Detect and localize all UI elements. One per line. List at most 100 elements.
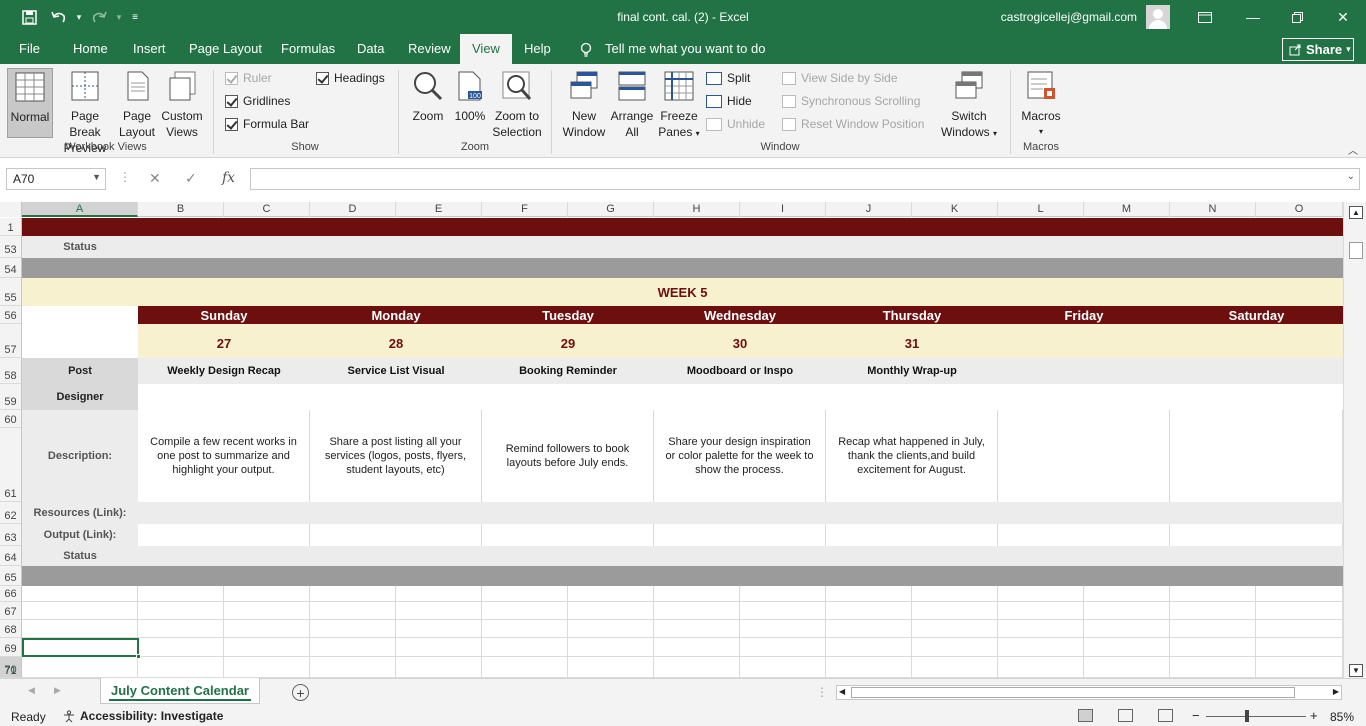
- date-cell[interactable]: 28: [310, 324, 482, 358]
- row-header-69[interactable]: 69: [0, 638, 22, 657]
- output-label[interactable]: Output (Link):: [22, 524, 138, 546]
- zoom-button[interactable]: Zoom: [408, 68, 448, 138]
- row-header-58[interactable]: 58: [0, 358, 22, 384]
- column-header-f[interactable]: F: [482, 202, 568, 217]
- status-label-top[interactable]: Status: [22, 236, 138, 258]
- user-email[interactable]: castrogicellej@gmail.com: [1001, 10, 1137, 24]
- zoom-to-selection-button[interactable]: Zoom to Selection: [491, 68, 543, 139]
- sheet-tab-july[interactable]: July Content Calendar: [100, 678, 260, 704]
- post-cell[interactable]: [998, 358, 1170, 384]
- worksheet-grid[interactable]: ABCDEFGHIJKLMNO 1 53 54 55 56 57 58 59 60 61 62 63 6…: [0, 202, 1366, 678]
- column-header-a[interactable]: A: [22, 202, 138, 217]
- formula-bar-checkbox[interactable]: Formula Bar: [225, 117, 309, 131]
- scroll-down-icon[interactable]: ▼: [1349, 664, 1363, 677]
- column-header-m[interactable]: M: [1084, 202, 1170, 217]
- column-header-i[interactable]: I: [740, 202, 826, 217]
- close-icon[interactable]: ✕: [1328, 6, 1358, 28]
- description-cell[interactable]: Share your design inspiration or color p…: [654, 410, 826, 502]
- output-cell[interactable]: [310, 524, 482, 546]
- description-cell[interactable]: [998, 410, 1170, 502]
- vertical-scroll-thumb[interactable]: [1349, 242, 1363, 259]
- resources-label[interactable]: Resources (Link):: [22, 502, 138, 524]
- new-window-button[interactable]: New Window: [560, 68, 608, 139]
- page-layout-view-button[interactable]: Page Layout: [117, 68, 157, 139]
- day-header[interactable]: Friday: [998, 306, 1170, 324]
- row-header-59[interactable]: 59: [0, 384, 22, 410]
- post-cell[interactable]: Booking Reminder: [482, 358, 654, 384]
- tab-home[interactable]: Home: [73, 41, 108, 56]
- column-header-h[interactable]: H: [654, 202, 740, 217]
- row-header-66[interactable]: 66: [0, 586, 22, 602]
- collapse-ribbon-icon[interactable]: ︿: [1348, 142, 1358, 157]
- synchronous-scrolling-button[interactable]: Synchronous Scrolling: [782, 94, 920, 108]
- row-header-61[interactable]: 61: [0, 428, 22, 502]
- day-header[interactable]: Monday: [310, 306, 482, 324]
- date-cell[interactable]: [998, 324, 1170, 358]
- tell-me-search[interactable]: Tell me what you want to do: [605, 41, 765, 56]
- name-box[interactable]: A70 ▼: [6, 168, 106, 190]
- empty-row[interactable]: [22, 638, 1343, 657]
- status-label[interactable]: Status: [22, 546, 138, 566]
- page-layout-status-icon[interactable]: [1118, 709, 1133, 722]
- column-header-c[interactable]: C: [224, 202, 310, 217]
- row-header-63[interactable]: 63: [0, 524, 22, 546]
- row-header-68[interactable]: 68: [0, 620, 22, 638]
- row-header-57[interactable]: 57: [0, 324, 22, 358]
- tab-view[interactable]: View: [460, 34, 512, 64]
- output-cell[interactable]: [482, 524, 654, 546]
- date-cell[interactable]: 29: [482, 324, 654, 358]
- unhide-button[interactable]: Unhide: [706, 117, 765, 131]
- page-break-status-icon[interactable]: [1158, 709, 1173, 722]
- horizontal-scroll-thumb[interactable]: [851, 687, 1295, 698]
- status-row-bg[interactable]: [22, 236, 1343, 258]
- description-cell[interactable]: Compile a few recent works in one post t…: [138, 410, 310, 502]
- ruler-checkbox[interactable]: Ruler: [225, 71, 272, 85]
- freeze-panes-button[interactable]: Freeze Panes ▾: [657, 68, 701, 139]
- avatar[interactable]: [1146, 5, 1170, 29]
- column-header-b[interactable]: B: [138, 202, 224, 217]
- post-cell[interactable]: Monthly Wrap-up: [826, 358, 998, 384]
- zoom-percentage[interactable]: 85%: [1330, 710, 1354, 724]
- scroll-right-icon[interactable]: ▶: [1333, 687, 1339, 696]
- split-button[interactable]: Split: [706, 71, 750, 85]
- empty-row[interactable]: [22, 620, 1343, 638]
- column-header-e[interactable]: E: [396, 202, 482, 217]
- post-cell[interactable]: Moodboard or Inspo: [654, 358, 826, 384]
- select-all-corner[interactable]: [0, 202, 22, 217]
- row-header-54[interactable]: 54: [0, 258, 22, 278]
- normal-view-status-icon[interactable]: [1078, 709, 1093, 722]
- scroll-left-icon[interactable]: ◀: [839, 687, 845, 696]
- row-header-67[interactable]: 67: [0, 602, 22, 620]
- insert-function-icon[interactable]: fx: [222, 170, 235, 186]
- week-title[interactable]: WEEK 5: [22, 278, 1343, 306]
- row-header-1[interactable]: 1: [0, 218, 22, 236]
- formula-bar-drag-handle[interactable]: ⋮: [119, 170, 131, 184]
- zoom-100-button[interactable]: 100 100%: [452, 68, 488, 138]
- zoom-out-icon[interactable]: −: [1192, 708, 1200, 723]
- column-header-n[interactable]: N: [1170, 202, 1256, 217]
- formula-input[interactable]: ⌄: [250, 168, 1360, 190]
- arrange-all-button[interactable]: Arrange All: [608, 68, 656, 139]
- zoom-slider-thumb[interactable]: [1245, 710, 1249, 722]
- output-cell[interactable]: [998, 524, 1170, 546]
- output-cell[interactable]: [826, 524, 998, 546]
- tab-file[interactable]: File: [19, 41, 40, 56]
- description-cell[interactable]: Share a post listing all your services (…: [310, 410, 482, 502]
- horizontal-scrollbar[interactable]: ◀ ▶: [836, 685, 1342, 700]
- tab-review[interactable]: Review: [408, 41, 451, 56]
- day-header[interactable]: Tuesday: [482, 306, 654, 324]
- gray-band[interactable]: [22, 566, 1343, 586]
- row-header-56[interactable]: 56: [0, 306, 22, 324]
- post-cell[interactable]: Service List Visual: [310, 358, 482, 384]
- scroll-up-icon[interactable]: ▲: [1349, 206, 1363, 219]
- column-header-o[interactable]: O: [1256, 202, 1343, 217]
- output-cell[interactable]: [1170, 524, 1343, 546]
- ribbon-display-options-icon[interactable]: [1190, 6, 1220, 28]
- column-header-l[interactable]: L: [998, 202, 1084, 217]
- normal-view-button[interactable]: Normal: [7, 68, 53, 138]
- tab-data[interactable]: Data: [357, 41, 384, 56]
- row-header-53[interactable]: 53: [0, 236, 22, 258]
- cancel-icon[interactable]: ✕: [149, 170, 161, 187]
- date-cell[interactable]: 30: [654, 324, 826, 358]
- gray-band[interactable]: [22, 258, 1343, 278]
